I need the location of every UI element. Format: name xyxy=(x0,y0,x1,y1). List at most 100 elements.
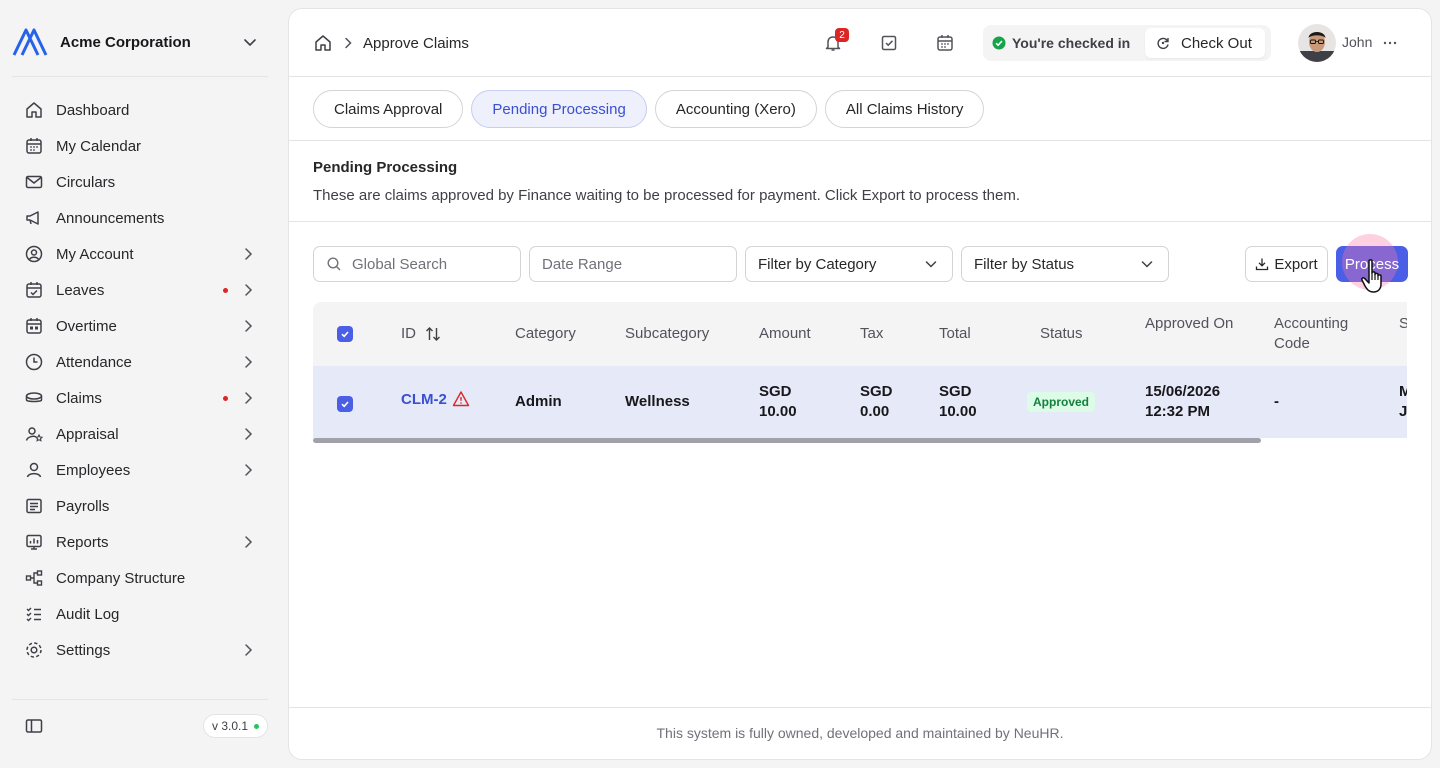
tab-claims-approval[interactable]: Claims Approval xyxy=(313,90,464,128)
sidebar-item-payrolls[interactable]: Payrolls xyxy=(12,488,268,524)
sidebar-item-reports[interactable]: Reports xyxy=(12,524,268,560)
select-all-checkbox[interactable] xyxy=(337,326,353,342)
home-icon xyxy=(26,102,42,118)
sidebar-item-company-structure[interactable]: Company Structure xyxy=(12,560,268,596)
tab-pending-processing[interactable]: Pending Processing xyxy=(471,90,647,128)
chevron-down-icon xyxy=(925,261,937,268)
status-dot xyxy=(254,723,260,729)
checkin-status: You're checked in Check Out xyxy=(983,25,1271,61)
sidebar-item-announcements[interactable]: Announcements xyxy=(12,200,268,236)
sidebar-item-dashboard[interactable]: Dashboard xyxy=(12,92,268,128)
sidebar-item-employees[interactable]: Employees xyxy=(12,452,268,488)
sidebar: Acme Corporation Dashboard My Calendar C… xyxy=(0,0,280,768)
chevron-right-icon xyxy=(345,37,352,49)
sidebar-item-audit-log[interactable]: Audit Log xyxy=(12,596,268,632)
tab-accounting-xero[interactable]: Accounting (Xero) xyxy=(654,90,817,128)
table-row[interactable]: CLM-2 Admin Wellness SGD 10.00 SGD 0.00 … xyxy=(313,366,1407,438)
chevron-down-icon[interactable] xyxy=(240,32,260,52)
topbar: Approve Claims 2 You're checked in Check… xyxy=(289,9,1431,77)
check-icon xyxy=(341,331,349,338)
column-header-label: ID xyxy=(401,325,416,342)
sidebar-nav: Dashboard My Calendar Circulars Announce… xyxy=(12,92,268,668)
sidebar-toggle-icon[interactable] xyxy=(24,716,44,736)
column-header-category: Category xyxy=(515,325,576,342)
sidebar-item-appraisal[interactable]: Appraisal xyxy=(12,416,268,452)
horizontal-scrollbar[interactable] xyxy=(313,438,1261,443)
sidebar-item-label: Audit Log xyxy=(56,605,120,623)
sidebar-item-circulars[interactable]: Circulars xyxy=(12,164,268,200)
user-icon xyxy=(26,462,42,478)
tabs-divider xyxy=(289,140,1431,141)
org-switcher[interactable]: Acme Corporation xyxy=(12,24,268,60)
export-button[interactable]: Export xyxy=(1245,246,1328,282)
breadcrumb: Approve Claims xyxy=(313,33,469,53)
org-name: Acme Corporation xyxy=(60,33,191,51)
company-logo-icon xyxy=(12,28,48,56)
claim-id-link[interactable]: CLM-2 xyxy=(401,391,447,408)
warning-icon[interactable] xyxy=(452,390,470,408)
claims-table: ID Category Subcategory Amount Tax Total… xyxy=(313,302,1407,450)
sort-icon[interactable] xyxy=(424,325,442,343)
sidebar-item-settings[interactable]: Settings xyxy=(12,632,268,668)
version-badge: v 3.0.1 xyxy=(203,714,269,738)
date-range-field xyxy=(529,246,737,282)
avatar[interactable] xyxy=(1298,24,1336,62)
main-panel: Approve Claims 2 You're checked in Check… xyxy=(288,8,1432,760)
chevron-right-icon xyxy=(245,536,253,548)
sidebar-item-label: My Account xyxy=(56,245,134,263)
calendar-check-icon xyxy=(26,282,42,298)
sidebar-item-my-calendar[interactable]: My Calendar xyxy=(12,128,268,164)
sidebar-item-label: Payrolls xyxy=(56,497,110,515)
column-header-amount: Amount xyxy=(759,325,811,342)
user-name[interactable]: John xyxy=(1342,34,1372,50)
cell-approved-on: 15/06/2026 12:32 PM xyxy=(1145,383,1221,420)
section-divider xyxy=(289,221,1431,222)
chevron-right-icon xyxy=(245,464,253,476)
sidebar-item-leaves[interactable]: Leaves xyxy=(12,272,268,308)
sidebar-item-attendance[interactable]: Attendance xyxy=(12,344,268,380)
checkin-status-text: You're checked in xyxy=(1012,35,1131,51)
sidebar-item-label: Attendance xyxy=(56,353,132,371)
chevron-right-icon xyxy=(245,644,253,656)
megaphone-icon xyxy=(26,211,39,225)
section-description: These are claims approved by Finance wai… xyxy=(313,187,1020,204)
column-header-approved-on: Approved On xyxy=(1145,315,1234,332)
row-checkbox[interactable] xyxy=(337,396,353,412)
home-icon[interactable] xyxy=(313,33,333,53)
column-header-submitted-by: Submitted By xyxy=(1399,314,1407,334)
receipt-icon xyxy=(26,498,42,514)
cell-tax: SGD 0.00 xyxy=(860,383,893,420)
sidebar-item-label: Claims xyxy=(56,389,102,407)
chevron-right-icon xyxy=(245,356,253,368)
more-horizontal-icon[interactable] xyxy=(1382,35,1398,51)
sidebar-item-label: Reports xyxy=(56,533,109,551)
sidebar-item-claims[interactable]: Claims xyxy=(12,380,268,416)
sidebar-item-overtime[interactable]: Overtime xyxy=(12,308,268,344)
category-filter-select[interactable]: Filter by Category xyxy=(745,246,953,282)
chevron-down-icon xyxy=(1141,261,1153,268)
refresh-icon xyxy=(1157,37,1169,50)
column-header-subcategory: Subcategory xyxy=(625,325,710,342)
sidebar-item-label: Circulars xyxy=(56,173,116,191)
column-header-id[interactable]: ID xyxy=(401,324,442,344)
check-out-label: Check Out xyxy=(1181,34,1252,52)
task-check-icon[interactable] xyxy=(879,33,899,53)
check-circle-icon xyxy=(992,36,1006,50)
status-filter-select[interactable]: Filter by Status xyxy=(961,246,1169,282)
checkbox-checked xyxy=(337,396,353,412)
user-star-icon xyxy=(25,427,44,442)
tab-all-claims-history[interactable]: All Claims History xyxy=(824,90,985,128)
sidebar-item-my-account[interactable]: My Account xyxy=(12,236,268,272)
calendar-icon[interactable] xyxy=(935,33,955,53)
hand-pointer-cursor-icon xyxy=(1361,259,1382,293)
column-header-accounting-code: Accounting Code xyxy=(1274,315,1349,352)
date-range-input[interactable] xyxy=(542,255,736,273)
check-out-button[interactable]: Check Out xyxy=(1145,28,1265,58)
check-icon xyxy=(341,401,349,408)
column-header-tax: Tax xyxy=(860,325,884,342)
version-label: v 3.0.1 xyxy=(212,719,249,733)
notification-dot xyxy=(223,395,228,401)
global-search-field xyxy=(313,246,521,282)
global-search-input[interactable] xyxy=(352,255,520,273)
chevron-right-icon xyxy=(245,320,253,332)
